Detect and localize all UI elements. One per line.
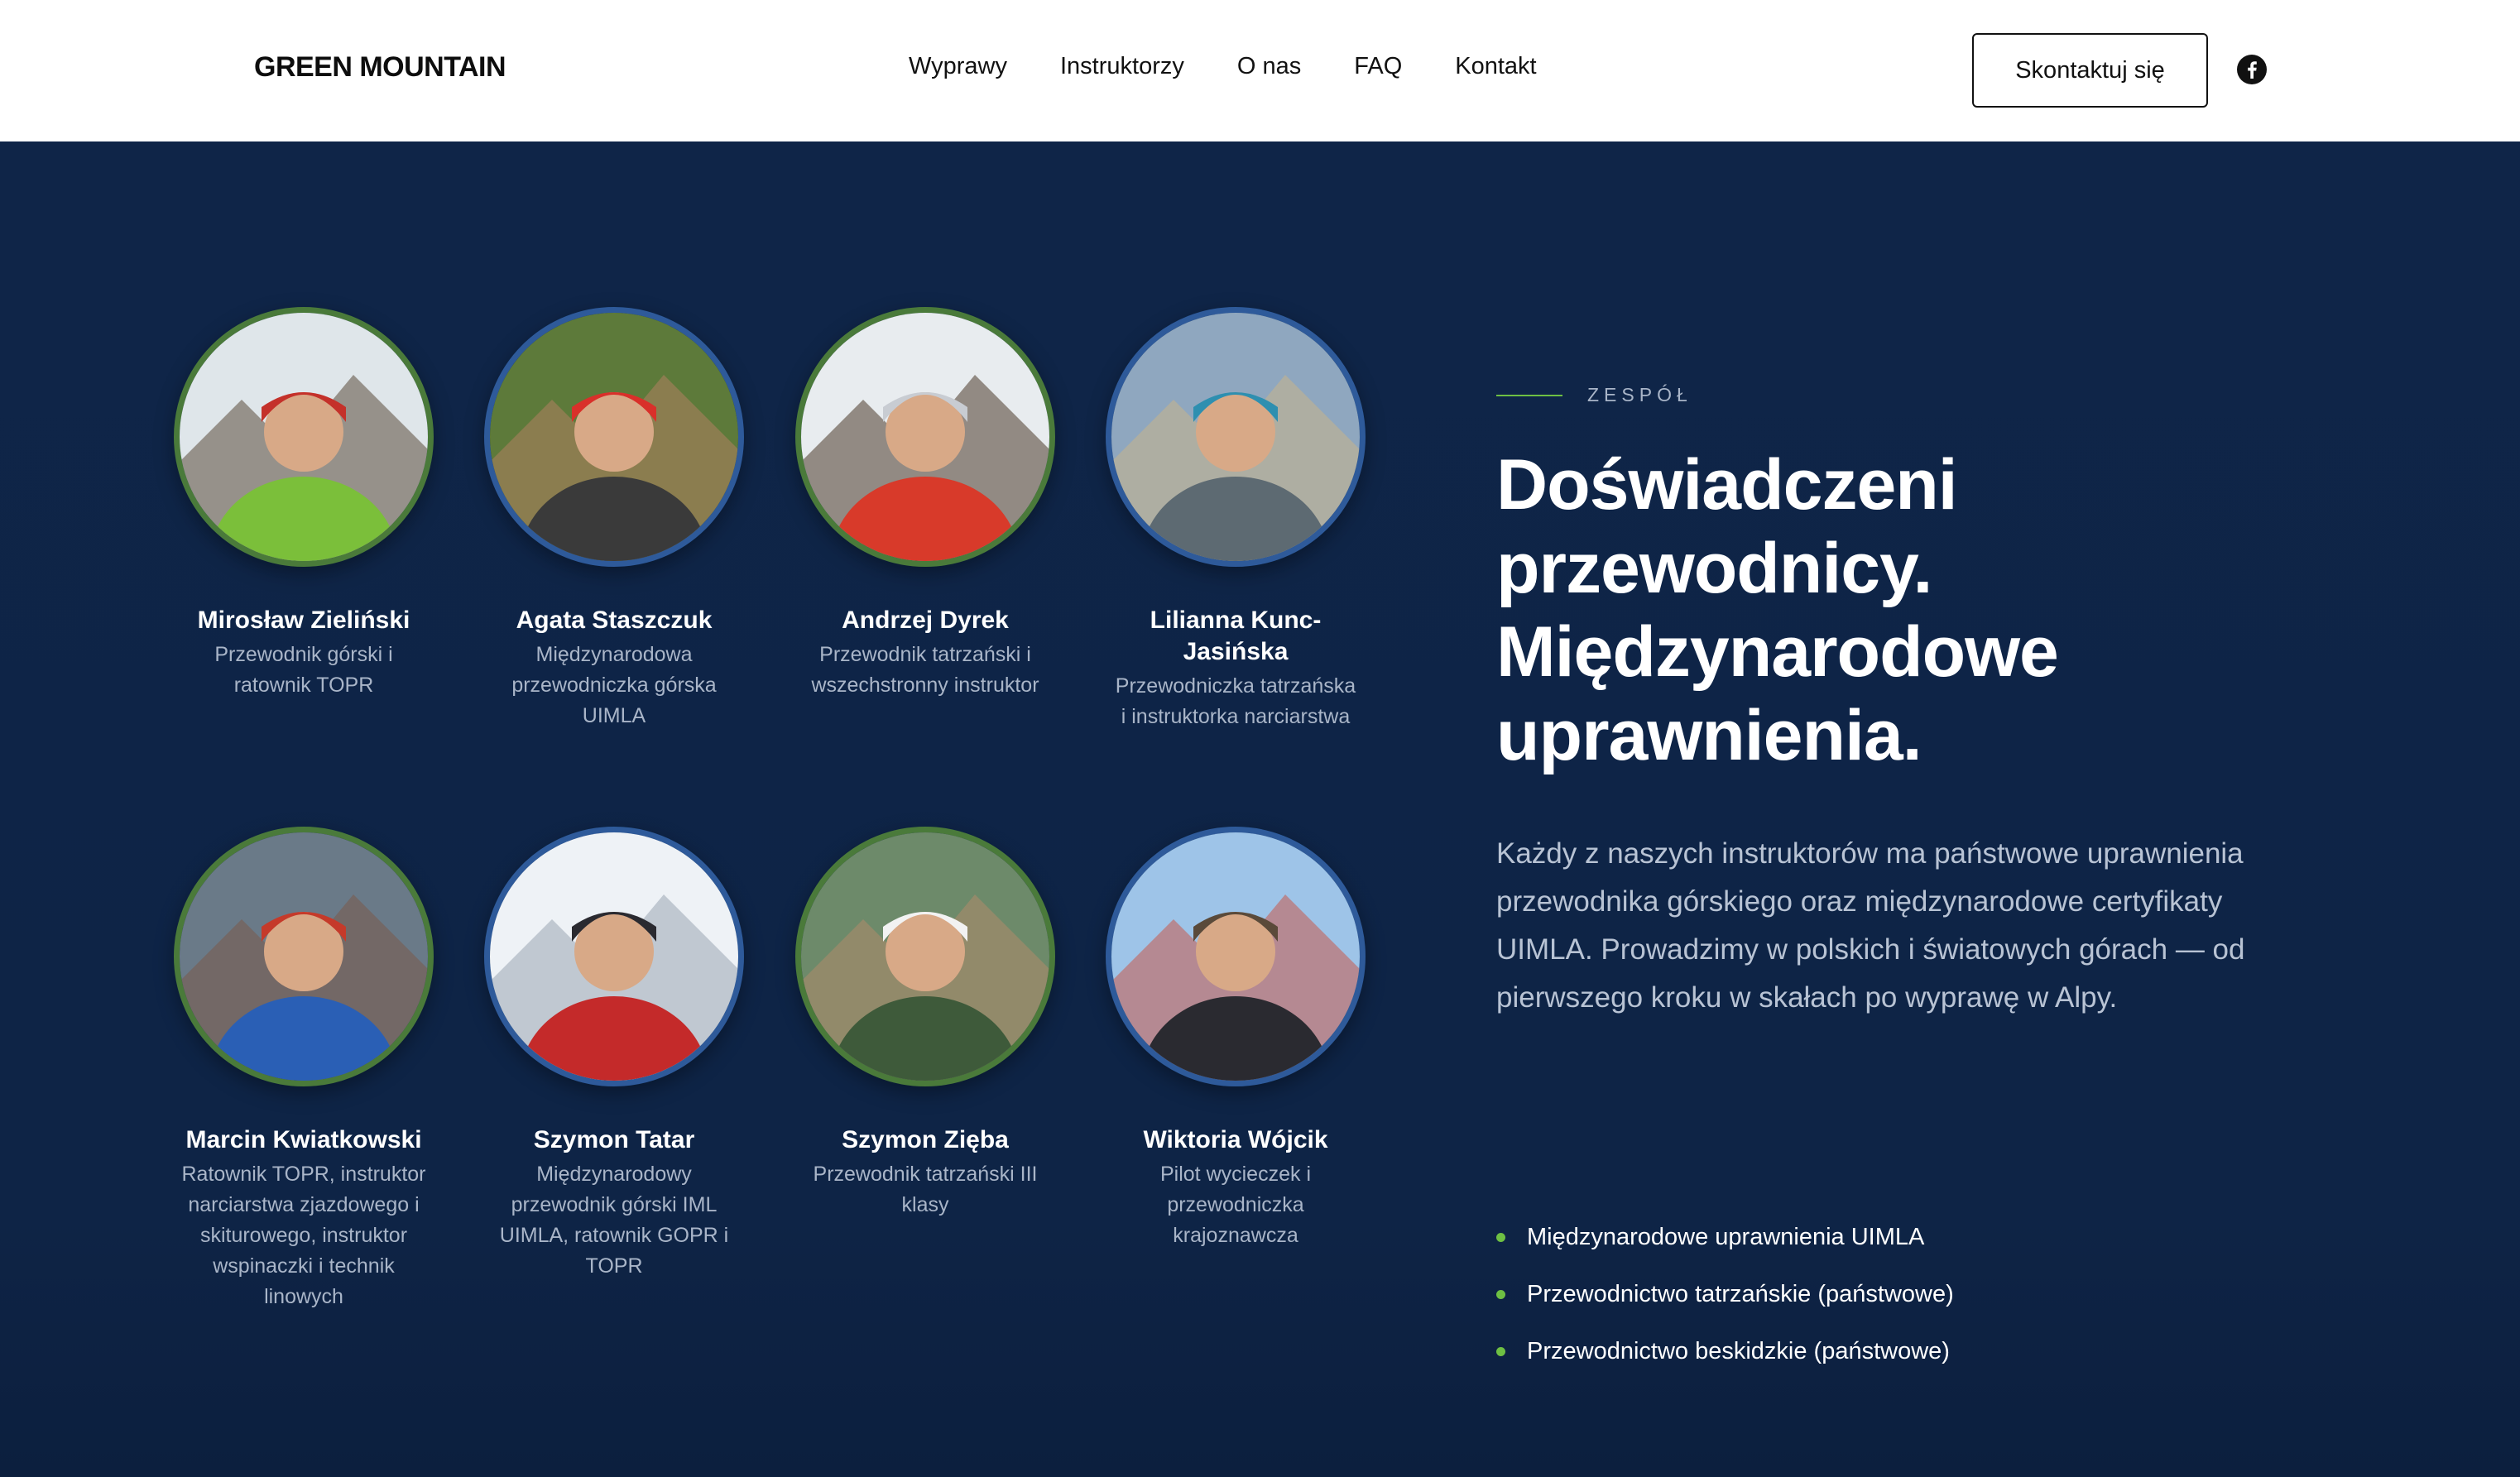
member-photo: [795, 307, 1055, 567]
headline-line-1: Doświadczeni: [1496, 445, 1958, 525]
member-name: Agata Staszczuk: [516, 607, 713, 634]
team-member-card: Wiktoria Wójcik Pilot wycieczek i przewod…: [1103, 827, 1368, 1251]
member-name: Lilianna Kunc-Jasińska: [1150, 607, 1322, 665]
credential-text: Przewodnictwo tatrzańskie (państwowe): [1527, 1281, 1954, 1307]
credential-item: Przewodnictwo tatrzańskie (państwowe): [1496, 1266, 1954, 1323]
member-photo: [174, 307, 434, 567]
member-role: Ratownik TOPR, instruktor narciarstwa zj…: [181, 1163, 426, 1308]
section-eyebrow: ZESPÓŁ: [1496, 384, 1692, 406]
team-member-card: Marcin Kwiatkowski Ratownik TOPR, instruk…: [171, 827, 436, 1312]
member-photo: [484, 307, 744, 567]
member-name: Andrzej Dyrek: [842, 607, 1009, 634]
section-headline: Doświadczeni przewodnicy. Międzynarodowe…: [1496, 444, 2407, 778]
nav-link-instruktorzy[interactable]: Instruktorzy: [1060, 53, 1184, 80]
member-name: Szymon Tatar: [533, 1126, 695, 1153]
team-member-card: Andrzej Dyrek Przewodnik tatrzański i wsz…: [793, 307, 1058, 701]
member-photo: [1106, 827, 1366, 1086]
member-role: Międzynarodowy przewodnik górski IML UIM…: [499, 1163, 729, 1278]
member-role: Pilot wycieczek i przewodniczka krajozna…: [1160, 1163, 1311, 1247]
member-photo: [174, 827, 434, 1086]
team-member-card: Lilianna Kunc-Jasińska Przewodniczka tatr…: [1103, 307, 1368, 732]
section-lead: Każdy z naszych instruktorów ma państwow…: [1496, 837, 2245, 1014]
nav-link-kontakt[interactable]: Kontakt: [1455, 53, 1536, 80]
member-role: Przewodnik tatrzański i wszechstronny in…: [811, 643, 1039, 697]
nav-link-wyprawy[interactable]: Wyprawy: [909, 53, 1007, 80]
facebook-icon[interactable]: [2237, 55, 2267, 84]
member-role: Przewodnik górski i ratownik TOPR: [214, 643, 393, 697]
member-name: Mirosław Zieliński: [197, 607, 410, 634]
member-photo: [795, 827, 1055, 1086]
credentials-list: Międzynarodowe uprawnienia UIMLA Przewod…: [1496, 1209, 1954, 1380]
team-section: Mirosław Zieliński Przewodnik górski i ra…: [0, 141, 2520, 1477]
member-photo: [1106, 307, 1366, 567]
nav-link-faq[interactable]: FAQ: [1354, 53, 1402, 80]
member-name: Szymon Zięba: [842, 1126, 1009, 1153]
team-member-card: Szymon Zięba Przewodnik tatrzański III kl…: [793, 827, 1058, 1220]
member-name: Marcin Kwiatkowski: [185, 1126, 422, 1153]
member-photo: [484, 827, 744, 1086]
headline-line-2: przewodnicy.: [1496, 529, 1932, 608]
member-name: Wiktoria Wójcik: [1143, 1126, 1328, 1153]
member-role: Przewodniczka tatrzańska i instruktorka …: [1115, 674, 1356, 728]
team-member-card: Szymon Tatar Międzynarodowy przewodnik gó…: [482, 827, 746, 1282]
logo[interactable]: GREEN MOUNTAIN: [254, 51, 506, 84]
eyebrow-label: ZESPÓŁ: [1587, 384, 1692, 405]
bullet-dot-icon: [1496, 1347, 1505, 1356]
credential-item: Przewodnictwo beskidzkie (państwowe): [1496, 1323, 1954, 1380]
credential-text: Przewodnictwo beskidzkie (państwowe): [1527, 1338, 1950, 1364]
nav-link-o-nas[interactable]: O nas: [1237, 53, 1301, 80]
member-role: Międzynarodowa przewodniczka górska UIML…: [511, 643, 717, 727]
headline-line-3: Międzynarodowe: [1496, 612, 2059, 692]
member-role: Przewodnik tatrzański III klasy: [813, 1163, 1038, 1216]
credential-text: Międzynarodowe uprawnienia UIMLA: [1527, 1224, 1925, 1250]
headline-line-4: uprawnienia.: [1496, 696, 1922, 775]
eyebrow-line: [1496, 394, 1562, 396]
team-grid: Mirosław Zieliński Przewodnik górski i ra…: [0, 141, 1407, 1477]
bullet-dot-icon: [1496, 1233, 1505, 1242]
team-member-card: Agata Staszczuk Międzynarodowa przewodnic…: [482, 307, 746, 731]
credential-item: Międzynarodowe uprawnienia UIMLA: [1496, 1209, 1954, 1266]
bullet-dot-icon: [1496, 1290, 1505, 1299]
contact-button[interactable]: Skontaktuj się: [1972, 33, 2208, 108]
main-nav: Wyprawy Instruktorzy O nas FAQ Kontakt: [909, 53, 1590, 80]
site-header: GREEN MOUNTAIN Wyprawy Instruktorzy O na…: [0, 0, 2520, 141]
team-member-card: Mirosław Zieliński Przewodnik górski i ra…: [171, 307, 436, 701]
